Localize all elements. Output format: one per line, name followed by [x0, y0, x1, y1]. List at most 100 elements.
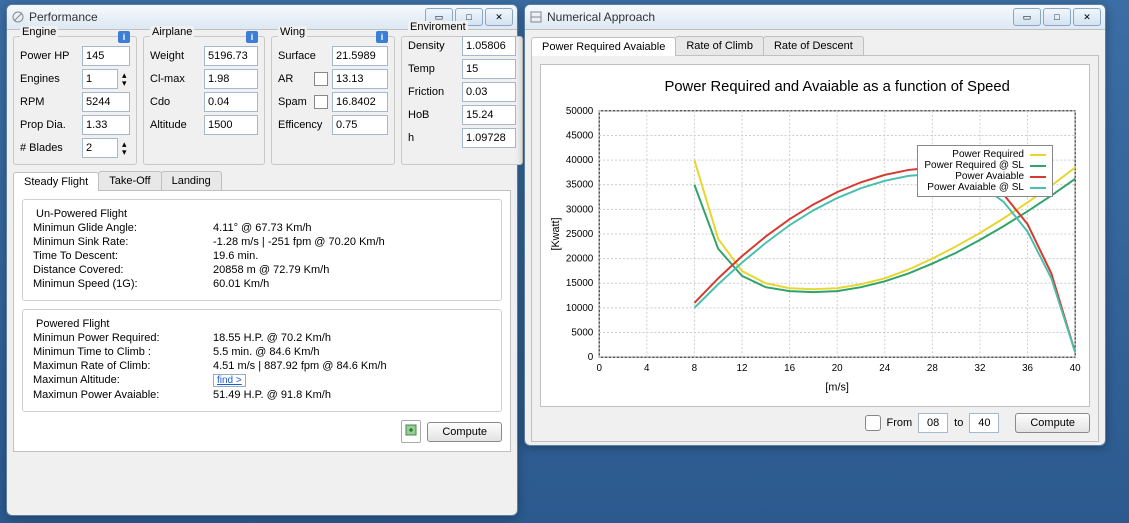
field-label: Power HP	[20, 50, 78, 62]
surface-input[interactable]	[332, 46, 388, 66]
field-label: Cl-max	[150, 73, 200, 85]
result-value: -1.28 m/s | -251 fpm @ 70.20 Km/h	[213, 236, 385, 248]
tab-landing[interactable]: Landing	[161, 171, 222, 190]
density-input[interactable]	[462, 36, 516, 56]
field-label: Prop Dia.	[20, 119, 78, 131]
wing-group: Wing i Surface AR Spam Efficency	[271, 36, 395, 165]
find-link[interactable]: find >	[213, 374, 246, 387]
window-title: Performance	[29, 10, 425, 24]
svg-text:40000: 40000	[566, 155, 594, 166]
legend-item: Power Avaiable @ SL	[924, 182, 1046, 193]
export-icon[interactable]	[401, 420, 421, 443]
numerical-approach-window: Numerical Approach ▭ □ ✕ Power Required …	[524, 4, 1106, 446]
hob-input[interactable]	[462, 105, 516, 125]
stepper-icon[interactable]: ▴▾	[122, 71, 127, 87]
minimize-button[interactable]: ▭	[1013, 8, 1041, 26]
svg-text:50000: 50000	[566, 106, 594, 117]
result-label: Minimun Sink Rate:	[33, 236, 213, 248]
info-icon[interactable]: i	[376, 31, 388, 43]
h-input[interactable]	[462, 128, 516, 148]
range-checkbox[interactable]	[865, 415, 881, 431]
ar-checkbox[interactable]	[314, 72, 328, 86]
engine-group: Engine i Power HP Engines▴▾ RPM Prop Dia…	[13, 36, 137, 165]
svg-text:20: 20	[832, 363, 843, 374]
altitude-input[interactable]	[204, 115, 258, 135]
field-label: Spam	[278, 96, 310, 108]
svg-text:24: 24	[879, 363, 890, 374]
field-label: Density	[408, 40, 458, 52]
svg-text:5000: 5000	[571, 327, 593, 338]
maximize-button[interactable]: □	[1043, 8, 1071, 26]
svg-text:30000: 30000	[566, 204, 594, 215]
app-icon	[11, 10, 25, 24]
tab-content: Un-Powered Flight Minimun Glide Angle:4.…	[13, 191, 511, 452]
result-label: Minimun Time to Climb :	[33, 346, 213, 358]
result-label: Minimun Power Required:	[33, 332, 213, 344]
temp-input[interactable]	[462, 59, 516, 79]
titlebar[interactable]: Numerical Approach ▭ □ ✕	[525, 5, 1105, 30]
field-label: Weight	[150, 50, 200, 62]
cdo-input[interactable]	[204, 92, 258, 112]
blades-input[interactable]	[82, 138, 118, 158]
tab-take-off[interactable]: Take-Off	[98, 171, 161, 190]
tab-rate-of-descent[interactable]: Rate of Descent	[763, 36, 864, 55]
svg-text:0: 0	[588, 352, 594, 363]
clmax-input[interactable]	[204, 69, 258, 89]
info-icon[interactable]: i	[118, 31, 130, 43]
svg-text:28: 28	[927, 363, 938, 374]
powered-flight-group: Powered Flight Minimun Power Required:18…	[22, 309, 502, 412]
spam-input[interactable]	[332, 92, 388, 112]
to-input[interactable]	[969, 413, 999, 433]
result-label: Minimun Glide Angle:	[33, 222, 213, 234]
group-title: Wing	[278, 26, 307, 38]
field-label: Cdo	[150, 96, 200, 108]
efficiency-input[interactable]	[332, 115, 388, 135]
field-label: # Blades	[20, 142, 78, 154]
stepper-icon[interactable]: ▴▾	[122, 140, 127, 156]
app-icon	[529, 10, 543, 24]
field-label: HoB	[408, 109, 458, 121]
tab-rate-of-climb[interactable]: Rate of Climb	[675, 36, 764, 55]
result-value: 4.51 m/s | 887.92 fpm @ 84.6 Km/h	[213, 360, 387, 372]
rpm-input[interactable]	[82, 92, 130, 112]
field-label: AR	[278, 73, 310, 85]
result-label: Maximun Rate of Climb:	[33, 360, 213, 372]
from-label: From	[887, 417, 913, 429]
svg-text:[m/s]: [m/s]	[825, 382, 848, 394]
compute-button[interactable]: Compute	[1015, 413, 1090, 433]
spam-checkbox[interactable]	[314, 95, 328, 109]
power-hp-input[interactable]	[82, 46, 130, 66]
svg-text:8: 8	[692, 363, 698, 374]
svg-text:Power Required and Avaiable as: Power Required and Avaiable as a functio…	[665, 79, 1010, 95]
prop-dia-input[interactable]	[82, 115, 130, 135]
close-button[interactable]: ✕	[485, 8, 513, 26]
chart-tabs: Power Required Avaiable Rate of Climb Ra…	[531, 36, 1099, 56]
result-label: Distance Covered:	[33, 264, 213, 276]
chart-area: 0481216202428323640050001000015000200002…	[540, 64, 1090, 407]
svg-text:40: 40	[1070, 363, 1081, 374]
result-value: 60.01 Km/h	[213, 278, 269, 290]
svg-text:0: 0	[596, 363, 602, 374]
weight-input[interactable]	[204, 46, 258, 66]
from-input[interactable]	[918, 413, 948, 433]
tab-power-required-available[interactable]: Power Required Avaiable	[531, 37, 676, 56]
close-button[interactable]: ✕	[1073, 8, 1101, 26]
field-label: Engines	[20, 73, 78, 85]
svg-text:10000: 10000	[566, 303, 594, 314]
result-value: 19.6 min.	[213, 250, 258, 262]
chart-legend: Power RequiredPower Required @ SLPower A…	[917, 145, 1053, 197]
window-title: Numerical Approach	[547, 10, 1013, 24]
engines-input[interactable]	[82, 69, 118, 89]
environment-group: Enviroment Density Temp Friction HoB h	[401, 36, 523, 165]
tab-steady-flight[interactable]: Steady Flight	[13, 172, 99, 191]
ar-input[interactable]	[332, 69, 388, 89]
compute-button[interactable]: Compute	[427, 422, 502, 442]
flight-tabs: Steady Flight Take-Off Landing	[13, 171, 511, 191]
field-label: Friction	[408, 86, 458, 98]
info-icon[interactable]: i	[246, 31, 258, 43]
friction-input[interactable]	[462, 82, 516, 102]
svg-text:35000: 35000	[566, 180, 594, 191]
legend-item: Power Required @ SL	[924, 160, 1046, 171]
svg-text:36: 36	[1022, 363, 1033, 374]
result-value: 5.5 min. @ 84.6 Km/h	[213, 346, 320, 358]
